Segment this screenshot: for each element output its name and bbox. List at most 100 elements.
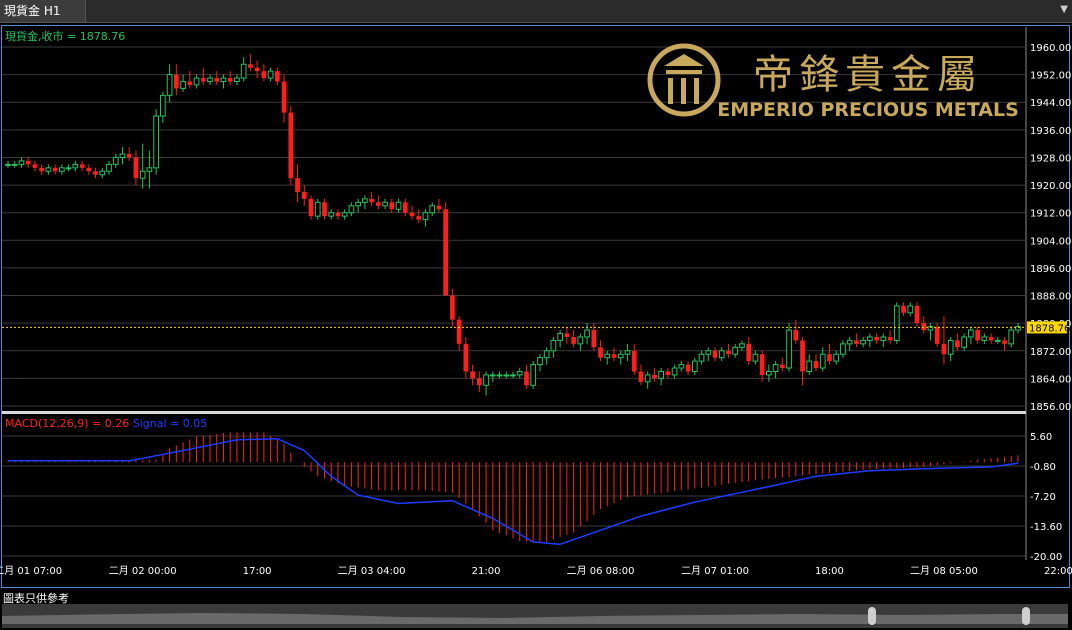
- candle-body: [112, 156, 119, 165]
- x-tick-label: 二月 08 05:00: [910, 565, 978, 577]
- candle-body: [860, 339, 866, 345]
- price-tick-label: 1928.00: [1030, 153, 1071, 164]
- scrollbar-right-handle[interactable]: [1022, 607, 1030, 625]
- candle-body: [207, 77, 213, 83]
- candle-body: [786, 329, 792, 369]
- macd-tick-label: -20.00: [1030, 552, 1062, 563]
- candle-body: [988, 336, 994, 341]
- chart-scrollbar[interactable]: [2, 604, 1068, 628]
- candle-body: [685, 364, 691, 372]
- candle-body: [416, 216, 422, 220]
- price-series-label: 現貨金,收市 = 1878.76: [5, 29, 125, 43]
- candle-body: [314, 201, 321, 217]
- signal-value-label: Signal = 0.05: [133, 417, 208, 430]
- candle-body: [341, 212, 348, 217]
- scrollbar-left-handle[interactable]: [868, 607, 876, 625]
- candle-body: [59, 167, 65, 172]
- candle-body: [261, 71, 267, 79]
- price-tick-label: 1920.00: [1030, 181, 1071, 192]
- candle-body: [516, 370, 523, 376]
- candle-body: [395, 201, 402, 210]
- candle-body: [173, 74, 179, 89]
- candle-body: [712, 350, 718, 358]
- candle-body: [5, 163, 11, 166]
- candle-body: [45, 167, 52, 172]
- candle-body: [308, 198, 314, 217]
- candle-body: [274, 71, 280, 82]
- candle-body: [160, 94, 166, 117]
- candle-body: [557, 333, 563, 341]
- candle-body: [348, 205, 355, 214]
- candle-body: [422, 212, 429, 221]
- candle-body: [598, 347, 603, 358]
- candle-body: [267, 70, 274, 79]
- candle-body: [955, 340, 960, 348]
- candle-body: [827, 354, 832, 362]
- candle-body: [981, 336, 988, 341]
- candle-body: [119, 153, 126, 158]
- candle-body: [975, 330, 980, 341]
- candle-body: [833, 353, 840, 362]
- candle-body: [483, 374, 489, 386]
- price-tick-label: 1904.00: [1030, 236, 1071, 247]
- candle-body: [429, 205, 436, 214]
- x-tick-label: 二月 07 01:00: [681, 565, 749, 577]
- price-tick-label: 1888.00: [1030, 292, 1071, 303]
- candle-body: [463, 343, 469, 372]
- candle-body: [146, 167, 153, 172]
- candle-body: [658, 370, 664, 379]
- scrollbar-overview: [2, 613, 1068, 624]
- candle-body: [281, 81, 287, 113]
- candle-body: [800, 340, 805, 372]
- candle-body: [166, 74, 173, 96]
- candle-body: [617, 353, 624, 359]
- watermark-english: EMPERIO PRECIOUS METALS: [717, 99, 1019, 121]
- candle-body: [234, 77, 240, 83]
- candle-body: [846, 339, 853, 345]
- macd-tick-label: -13.60: [1030, 522, 1062, 533]
- candle-body: [840, 343, 846, 355]
- candle-body: [524, 371, 529, 386]
- candle-body: [106, 163, 112, 172]
- candle-body: [18, 160, 25, 165]
- price-tick-label: 1960.00: [1030, 43, 1071, 54]
- candle-body: [240, 63, 247, 79]
- candle-body: [591, 330, 597, 348]
- candle-body: [227, 78, 233, 82]
- candle-body: [914, 305, 920, 324]
- price-tick-label: 1872.00: [1030, 347, 1071, 358]
- candle-body: [200, 78, 206, 82]
- price-tick-label: 1952.00: [1030, 71, 1071, 82]
- candle-body: [187, 81, 193, 85]
- x-tick-label: 22:00: [1044, 566, 1072, 577]
- candle-body: [624, 350, 631, 355]
- candle-body: [726, 350, 731, 355]
- candle-body: [752, 353, 759, 362]
- candle-body: [450, 295, 455, 320]
- price-tick-label: 1896.00: [1030, 264, 1071, 275]
- candle-body: [901, 305, 906, 313]
- candle-body: [819, 353, 826, 369]
- candle-body: [295, 178, 300, 192]
- candle-body: [705, 350, 712, 355]
- x-tick-label: 二月 01 07:00: [0, 565, 62, 577]
- macd-tick-label: -7.20: [1030, 492, 1056, 503]
- chart-svg[interactable]: 1960.00 1952.00 1944.00 1936.00 1928.00 1920.…: [0, 0, 1072, 588]
- macd-tick-label: -0.80: [1030, 462, 1056, 473]
- candle-body: [355, 201, 361, 207]
- candle-body: [671, 367, 678, 376]
- candle-body: [934, 326, 940, 344]
- candle-body: [389, 202, 395, 210]
- candle-body: [11, 163, 18, 166]
- candle-body: [65, 167, 72, 170]
- candle-body: [322, 202, 327, 217]
- macd-tick-label: 5.60: [1030, 432, 1052, 443]
- candle-body: [779, 364, 785, 369]
- candle-body: [698, 353, 705, 362]
- candle-body: [133, 157, 139, 179]
- x-tick-label: 17:00: [243, 566, 272, 577]
- candle-body: [39, 167, 45, 172]
- candle-body: [691, 360, 698, 372]
- candle-body: [893, 305, 900, 341]
- candle-body: [887, 336, 893, 341]
